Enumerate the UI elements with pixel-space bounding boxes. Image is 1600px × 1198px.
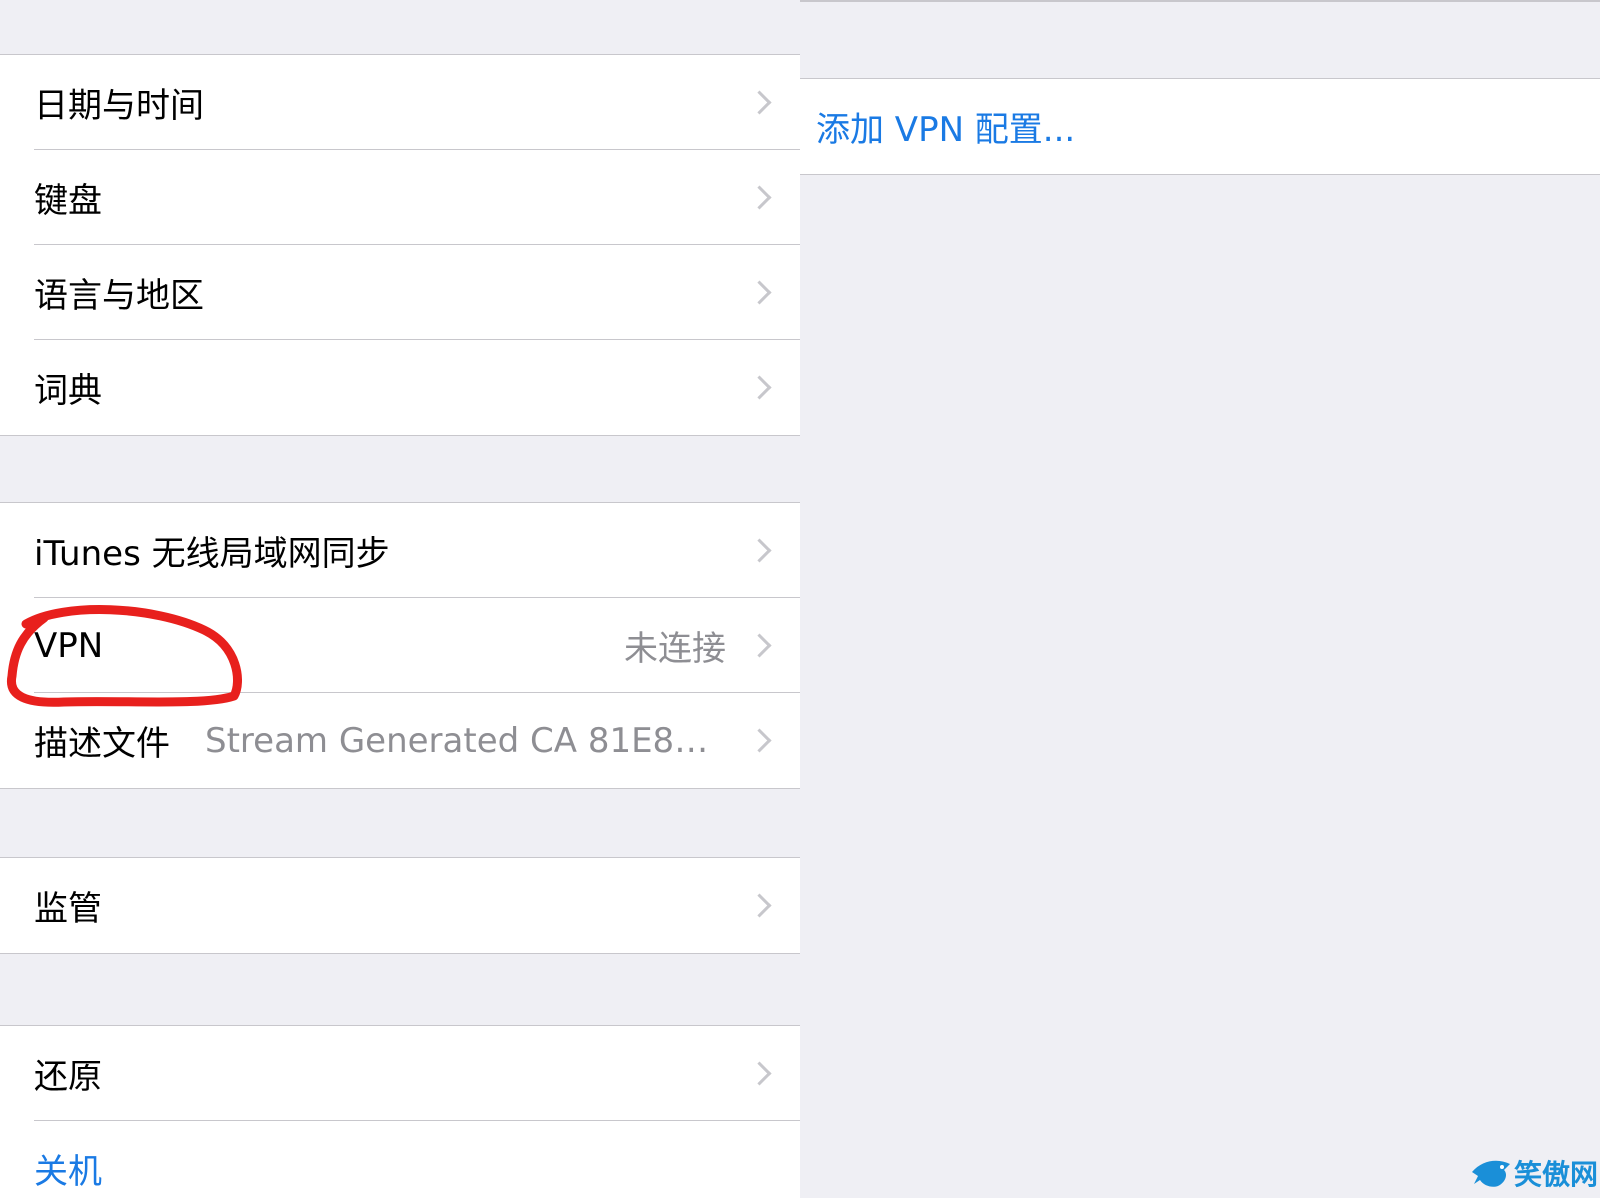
add-vpn-config-button: 添加 VPN 配置... (816, 110, 1076, 150)
row-shutdown[interactable]: 关机 (0, 1120, 800, 1198)
chevron-right-icon (747, 632, 772, 658)
chevron-right-icon (747, 892, 772, 918)
chevron-right-icon (747, 537, 772, 563)
chevron-right-icon (747, 279, 772, 305)
row-profile[interactable]: 描述文件 Stream Generated CA 81E87D... (0, 692, 800, 788)
top-divider (800, 0, 1600, 2)
add-vpn-config-row[interactable]: 添加 VPN 配置... (800, 79, 1600, 174)
watermark-text: 笑傲网 (1513, 1158, 1598, 1191)
row-label: 词典 (34, 371, 102, 411)
row-label: 日期与时间 (34, 86, 204, 126)
row-vpn[interactable]: VPN 未连接 (0, 597, 800, 693)
row-label: 监管 (34, 889, 102, 929)
settings-group-2: iTunes 无线局域网同步 VPN 未连接 描述文件 Stream Gener… (0, 502, 800, 789)
row-label: 语言与地区 (34, 276, 204, 316)
settings-group-3: 监管 (0, 857, 800, 954)
vpn-status-value: 未连接 (624, 629, 726, 669)
watermark: 笑傲网 (1468, 1150, 1598, 1196)
vpn-group: 添加 VPN 配置... (800, 78, 1600, 175)
screen: 日期与时间 键盘 语言与地区 词典 iTunes 无线局域网同步 VPN 未连接… (0, 0, 1600, 1198)
row-reset[interactable]: 还原 (0, 1026, 800, 1121)
row-keyboard[interactable]: 键盘 (0, 149, 800, 245)
chevron-right-icon (747, 184, 772, 210)
row-label: VPN (34, 625, 104, 666)
profile-value: Stream Generated CA 81E87D... (205, 720, 726, 761)
settings-general-panel: 日期与时间 键盘 语言与地区 词典 iTunes 无线局域网同步 VPN 未连接… (0, 0, 800, 1198)
row-label: 描述文件 (34, 724, 170, 764)
row-itunes-wifi-sync[interactable]: iTunes 无线局域网同步 (0, 503, 800, 598)
row-date-time[interactable]: 日期与时间 (0, 55, 800, 150)
shark-logo-icon (1471, 1160, 1510, 1187)
settings-group-4: 还原 关机 (0, 1025, 800, 1198)
row-language-region[interactable]: 语言与地区 (0, 244, 800, 340)
row-label: iTunes 无线局域网同步 (34, 534, 390, 574)
chevron-right-icon (747, 89, 772, 115)
chevron-right-icon (747, 727, 772, 753)
settings-group-1: 日期与时间 键盘 语言与地区 词典 (0, 54, 800, 436)
chevron-right-icon (747, 374, 772, 400)
chevron-right-icon (747, 1060, 772, 1086)
row-label: 还原 (34, 1057, 102, 1097)
row-label: 键盘 (34, 181, 102, 221)
vpn-panel: 添加 VPN 配置... 笑傲网 (800, 0, 1600, 1198)
row-dictionary[interactable]: 词典 (0, 339, 800, 435)
row-supervision[interactable]: 监管 (0, 858, 800, 953)
shutdown-link: 关机 (34, 1152, 102, 1192)
